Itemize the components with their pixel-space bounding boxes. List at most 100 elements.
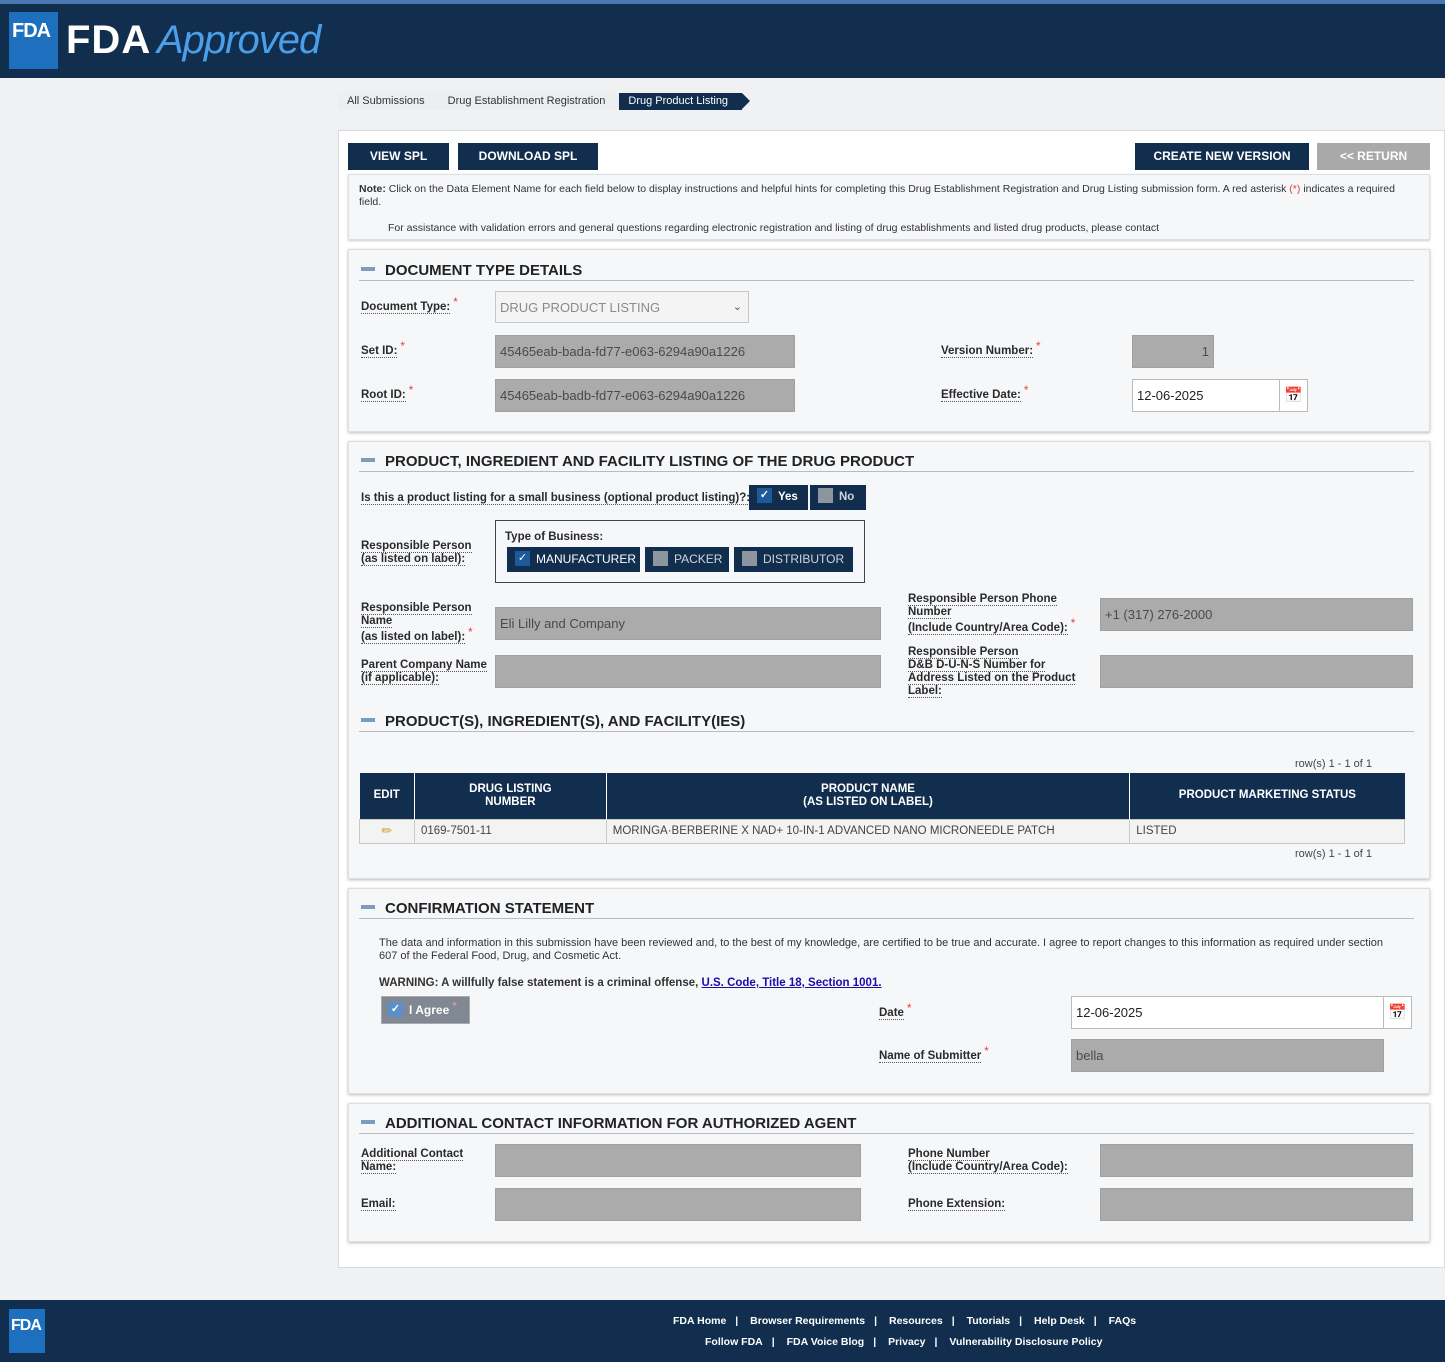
listing-number-cell: 0169-7501-11	[413, 818, 607, 844]
header-edit: EDIT	[359, 773, 415, 819]
footer-link-resources[interactable]: Resources	[889, 1315, 943, 1327]
footer-link-privacy[interactable]: Privacy	[888, 1336, 925, 1348]
product-listing-title[interactable]: PRODUCT, INGREDIENT AND FACILITY LISTING…	[361, 453, 914, 470]
small-business-label[interactable]: Is this a product listing for a small bu…	[361, 492, 751, 505]
footer-link-vulnerability-policy[interactable]: Vulnerability Disclosure Policy	[949, 1336, 1102, 1348]
effective-date-input[interactable]: 12-06-2025	[1132, 379, 1280, 412]
phone-extension-field	[1100, 1188, 1413, 1221]
document-type-title[interactable]: DOCUMENT TYPE DETAILS	[361, 262, 582, 279]
type-of-business-label: Type of Business:	[505, 531, 604, 543]
date-label[interactable]: Date *	[879, 1003, 911, 1020]
parent-company-field	[495, 655, 881, 688]
marketing-status-cell: LISTED	[1129, 818, 1405, 844]
confirmation-date-input[interactable]: 12-06-2025	[1071, 996, 1384, 1029]
warning-text: WARNING: A willfully false statement is …	[379, 977, 882, 989]
rows-info-bottom: row(s) 1 - 1 of 1	[1295, 848, 1373, 860]
rows-info-top: row(s) 1 - 1 of 1	[1295, 758, 1373, 770]
agent-phone-label[interactable]: Phone Number (Include Country/Area Code):	[908, 1148, 1068, 1174]
app-header: FDA FDA Approved	[0, 0, 1445, 78]
products-table-title[interactable]: PRODUCT(S), INGREDIENT(S), AND FACILITY(…	[361, 713, 745, 730]
footer: FDA FDA Home | Browser Requirements | Reso…	[0, 1300, 1445, 1362]
collapse-icon[interactable]	[361, 905, 375, 910]
header-marketing-status[interactable]: PRODUCT MARKETING STATUS	[1129, 773, 1405, 819]
business-distributor[interactable]: DISTRIBUTOR	[734, 547, 853, 572]
collapse-icon[interactable]	[361, 718, 375, 723]
set-id-field: 45465eab-bada-fd77-e063-6294a90a1226	[495, 335, 795, 368]
confirmation-panel: CONFIRMATION STATEMENT The data and info…	[348, 888, 1430, 1094]
duns-number-field	[1100, 655, 1413, 688]
note-label: Note:	[359, 183, 386, 195]
confirmation-statement: The data and information in this submiss…	[379, 937, 1384, 962]
collapse-icon[interactable]	[361, 1120, 375, 1125]
root-id-field: 45465eab-badb-fd77-e063-6294a90a1226	[495, 379, 795, 412]
document-type-label[interactable]: Document Type: *	[361, 297, 458, 314]
breadcrumb-drug-establishment[interactable]: Drug Establishment Registration	[438, 93, 620, 110]
breadcrumb-drug-product-listing[interactable]: Drug Product Listing	[619, 93, 750, 110]
download-spl-button[interactable]: DOWNLOAD SPL	[458, 143, 598, 170]
us-code-link[interactable]: U.S. Code, Title 18, Section 1001.	[702, 977, 882, 989]
parent-company-label[interactable]: Parent Company Name (if applicable):	[361, 659, 487, 685]
business-packer[interactable]: PACKER	[645, 547, 729, 572]
collapse-icon[interactable]	[361, 458, 375, 463]
breadcrumb-all-submissions[interactable]: All Submissions	[338, 93, 439, 110]
document-type-select[interactable]: DRUG PRODUCT LISTING ⌄	[495, 291, 749, 323]
fda-logo-icon[interactable]: FDA	[9, 12, 58, 69]
submitter-name-field: bella	[1071, 1039, 1384, 1072]
responsible-person-label[interactable]: Responsible Person (as listed on label):	[361, 540, 472, 566]
note-asterisk: (*)	[1289, 183, 1301, 195]
checkbox-checked-icon: ✓	[388, 1002, 403, 1018]
effective-date-label[interactable]: Effective Date: *	[941, 385, 1028, 402]
view-spl-button[interactable]: VIEW SPL	[348, 143, 449, 170]
note-text: Click on the Data Element Name for each …	[388, 183, 1287, 195]
checkbox-checked-icon: ✓	[757, 488, 772, 504]
create-new-version-button[interactable]: CREATE NEW VERSION	[1135, 143, 1309, 170]
header-product-name[interactable]: PRODUCT NAME (AS LISTED ON LABEL)	[606, 773, 1131, 819]
business-manufacturer[interactable]: ✓ MANUFACTURER	[507, 547, 640, 572]
header-listing-number[interactable]: DRUG LISTING NUMBER	[414, 773, 607, 819]
chevron-down-icon: ⌄	[732, 301, 742, 313]
duns-number-label[interactable]: Responsible Person D&B D-U-N-S Number for…	[908, 646, 1076, 698]
footer-link-tutorials[interactable]: Tutorials	[967, 1315, 1011, 1327]
footer-link-faqs[interactable]: FAQs	[1109, 1315, 1136, 1327]
breadcrumb: All Submissions Drug Establishment Regis…	[338, 93, 750, 110]
footer-link-fda-home[interactable]: FDA Home	[673, 1315, 726, 1327]
phone-extension-label[interactable]: Phone Extension:	[908, 1198, 1006, 1211]
authorized-agent-title[interactable]: ADDITIONAL CONTACT INFORMATION FOR AUTHO…	[361, 1115, 856, 1132]
root-id-label[interactable]: Root ID: *	[361, 385, 413, 402]
footer-link-browser-requirements[interactable]: Browser Requirements	[750, 1315, 865, 1327]
footer-link-follow-fda[interactable]: Follow FDA	[705, 1336, 763, 1348]
return-button[interactable]: << RETURN	[1317, 143, 1430, 170]
i-agree-checkbox[interactable]: ✓ I Agree *	[381, 996, 470, 1024]
pencil-icon[interactable]: ✏	[359, 818, 415, 844]
footer-link-help-desk[interactable]: Help Desk	[1034, 1315, 1085, 1327]
calendar-icon[interactable]: 📅	[1383, 996, 1412, 1029]
small-business-no[interactable]: No	[810, 485, 866, 510]
calendar-icon[interactable]: 📅	[1279, 379, 1308, 412]
set-id-label[interactable]: Set ID: *	[361, 341, 405, 358]
footer-link-voice-blog[interactable]: FDA Voice Blog	[787, 1336, 865, 1348]
additional-contact-name-label[interactable]: Additional Contact Name:	[361, 1148, 464, 1174]
footer-links-row-1: FDA Home | Browser Requirements | Resource…	[673, 1315, 1137, 1327]
note-box: Note: Click on the Data Element Name for…	[348, 174, 1430, 240]
email-label[interactable]: Email:	[361, 1198, 396, 1211]
checkbox-checked-icon: ✓	[515, 551, 530, 567]
checkbox-unchecked-icon	[818, 488, 833, 504]
phone-number-field: +1 (317) 276-2000	[1100, 598, 1413, 631]
assistance-text: For assistance with validation errors an…	[388, 222, 1160, 234]
responsible-person-name-field: Eli Lilly and Company	[495, 607, 881, 640]
product-name-cell: MORINGA·BERBERINE X NAD+ 10-IN-1 ADVANCE…	[605, 818, 1131, 844]
phone-number-label[interactable]: Responsible Person Phone Number (Include C…	[908, 593, 1075, 635]
email-field	[495, 1188, 861, 1221]
version-number-label[interactable]: Version Number: *	[941, 341, 1041, 358]
authorized-agent-panel: ADDITIONAL CONTACT INFORMATION FOR AUTHO…	[348, 1103, 1430, 1242]
footer-links-row-2: Follow FDA | FDA Voice Blog | Privacy | Vul…	[705, 1336, 1103, 1348]
version-number-field: 1	[1132, 335, 1214, 368]
confirmation-title[interactable]: CONFIRMATION STATEMENT	[361, 900, 594, 917]
collapse-icon[interactable]	[361, 267, 375, 272]
small-business-yes[interactable]: ✓ Yes	[749, 485, 808, 510]
fda-footer-logo-icon[interactable]: FDA	[9, 1309, 45, 1353]
responsible-person-name-label[interactable]: Responsible Person Name (as listed on labe…	[361, 602, 473, 644]
table-header-row: EDIT DRUG LISTING NUMBER PRODUCT NAME (AS …	[359, 773, 1405, 819]
submitter-name-label[interactable]: Name of Submitter *	[879, 1046, 989, 1063]
table-row: ✏ 0169-7501-11 MORINGA·BERBERINE X NAD+ …	[359, 818, 1405, 844]
